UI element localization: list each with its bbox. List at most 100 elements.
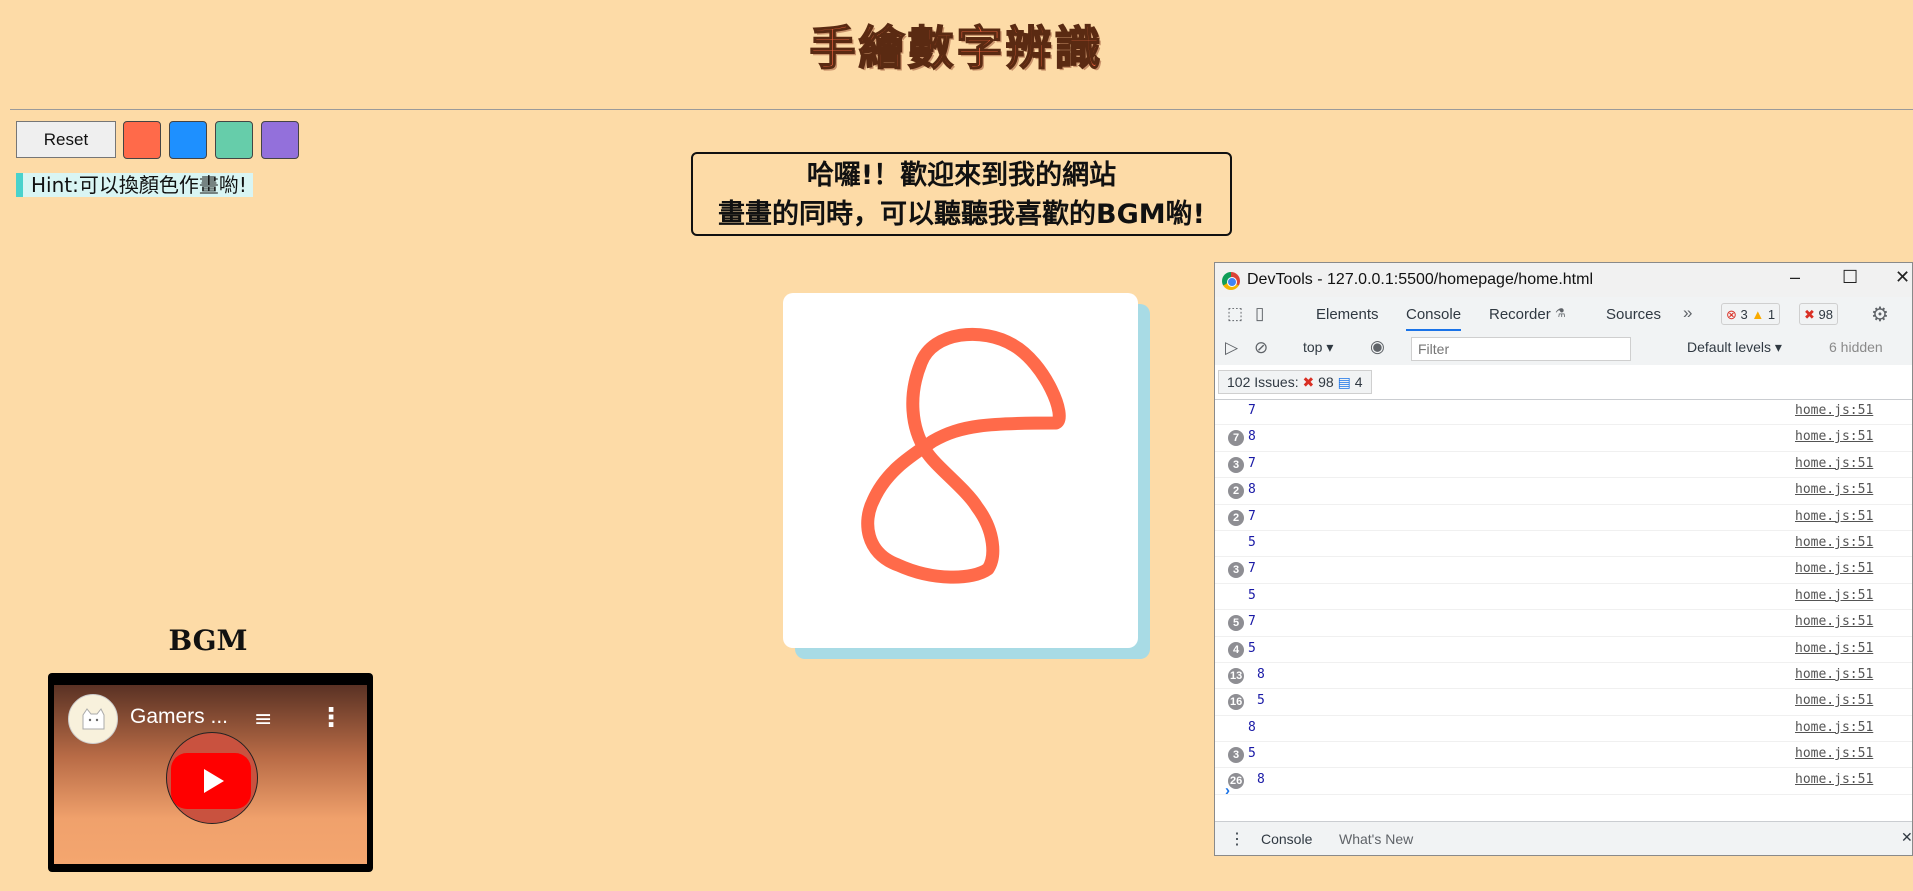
log-source-link[interactable]: home.js:51	[1795, 456, 1873, 471]
log-levels-dropdown[interactable]: Default levels ▾	[1687, 339, 1782, 356]
issues-bar: 102 Issues: ✖ 98 ▤ 4	[1215, 365, 1912, 400]
more-options-icon[interactable]: ⋮	[318, 703, 344, 733]
log-source-link[interactable]: home.js:51	[1795, 588, 1873, 603]
log-source-link[interactable]: home.js:51	[1795, 693, 1873, 708]
issues-badge[interactable]: ✖ 98	[1799, 303, 1838, 325]
device-toolbar-icon[interactable]: ▯	[1255, 304, 1264, 324]
minimize-icon[interactable]: –	[1790, 267, 1800, 288]
warning-count: 1	[1767, 307, 1776, 322]
warning-icon: ▲	[1751, 307, 1765, 322]
color-swatch-blue[interactable]	[169, 121, 207, 159]
log-source-link[interactable]: home.js:51	[1795, 614, 1873, 629]
context-selector[interactable]: top ▾	[1303, 339, 1333, 356]
live-expression-eye-icon[interactable]: ◉	[1370, 337, 1385, 357]
video-player[interactable]: Gamers ... ≡ ⋮	[48, 673, 373, 872]
welcome-box: 哈囉!！歡迎來到我的網站 畫畫的同時，可以聽聽我喜歡的BGM喲!	[691, 152, 1232, 236]
tab-sources[interactable]: Sources	[1606, 306, 1661, 323]
playlist-icon[interactable]: ≡	[254, 707, 272, 732]
color-swatch-purple[interactable]	[261, 121, 299, 159]
drawing-canvas[interactable]	[783, 293, 1138, 648]
log-source-link[interactable]: home.js:51	[1795, 535, 1873, 550]
log-value: 8	[1257, 666, 1265, 682]
drawer-menu-icon[interactable]: ⋮	[1229, 829, 1245, 849]
log-source-link[interactable]: home.js:51	[1795, 641, 1873, 656]
reset-button[interactable]: Reset	[16, 121, 116, 158]
tab-recorder[interactable]: Recorder	[1489, 306, 1551, 323]
video-title[interactable]: Gamers ...	[130, 705, 228, 729]
repeat-count-badge: 5	[1228, 615, 1244, 632]
repeat-count-badge: 3	[1228, 456, 1244, 473]
devtools-window-title: DevTools - 127.0.0.1:5500/homepage/home.…	[1247, 271, 1593, 288]
log-value: 7	[1248, 403, 1256, 418]
maximize-icon[interactable]: ☐	[1842, 267, 1858, 288]
repeat-count-badge: 26	[1228, 773, 1245, 790]
context-label: top	[1303, 339, 1323, 355]
close-icon[interactable]: ✕	[1895, 267, 1910, 288]
console-log-row: 3 5 home.js:51	[1215, 742, 1912, 769]
more-tabs-icon[interactable]: »	[1683, 303, 1692, 323]
log-value: 7	[1248, 508, 1256, 524]
repeat-count-badge: 2	[1228, 483, 1244, 500]
repeat-count-badge: 3	[1228, 747, 1244, 764]
console-prompt[interactable]: ›	[1225, 782, 1230, 799]
log-source-link[interactable]: home.js:51	[1795, 482, 1873, 497]
error-count: 3	[1740, 307, 1748, 322]
log-value: 7	[1248, 614, 1256, 630]
tab-elements[interactable]: Elements	[1316, 306, 1379, 323]
console-log-row: 2 8 home.js:51	[1215, 478, 1912, 505]
issues-badge-count: 98	[1818, 307, 1833, 322]
console-filter-input[interactable]: Filter	[1411, 337, 1631, 361]
settings-gear-icon[interactable]: ⚙	[1871, 302, 1889, 327]
log-value: 5	[1248, 587, 1256, 603]
page-title: 手繪數字辨識	[809, 20, 1104, 76]
console-log-row: 16 5 home.js:51	[1215, 689, 1912, 716]
devtools-window[interactable]: DevTools - 127.0.0.1:5500/homepage/home.…	[1214, 262, 1913, 856]
log-source-link[interactable]: home.js:51	[1795, 667, 1873, 682]
sidebar-toggle-icon[interactable]: ▷	[1225, 338, 1238, 358]
channel-avatar[interactable]	[68, 694, 118, 744]
issues-error-icon: ✖	[1302, 374, 1315, 390]
issues-info-count: 4	[1354, 374, 1363, 390]
video-thumbnail[interactable]: Gamers ... ≡ ⋮	[54, 685, 367, 864]
repeat-count-badge: 13	[1228, 667, 1245, 684]
clear-console-icon[interactable]: ⊘	[1254, 338, 1268, 358]
flask-icon: ⚗	[1555, 306, 1566, 320]
drawer-close-icon[interactable]: ✕	[1901, 829, 1912, 846]
repeat-count-badge: 16	[1228, 694, 1245, 711]
drawer-tab-whats-new[interactable]: What's New	[1339, 831, 1413, 847]
hidden-count: 6 hidden	[1829, 339, 1883, 355]
log-value: 5	[1248, 534, 1256, 550]
color-swatch-red[interactable]	[123, 121, 161, 159]
repeat-count-badge: 4	[1228, 641, 1244, 658]
issues-button[interactable]: 102 Issues: ✖ 98 ▤ 4	[1218, 370, 1372, 394]
console-log-row: 26 8 home.js:51	[1215, 768, 1912, 795]
error-icon: ⊗	[1726, 307, 1737, 322]
log-source-link[interactable]: home.js:51	[1795, 746, 1873, 761]
inspect-element-icon[interactable]: ⬚	[1227, 304, 1243, 324]
console-log-row: 8 home.js:51	[1215, 716, 1912, 743]
console-log-row: 7 8 home.js:51	[1215, 425, 1912, 452]
log-value: 5	[1248, 640, 1256, 656]
devtools-titlebar[interactable]: DevTools - 127.0.0.1:5500/homepage/home.…	[1215, 263, 1912, 297]
tab-console[interactable]: Console	[1406, 306, 1462, 332]
devtools-drawer: ⋮ Console What's New ✕	[1215, 821, 1912, 855]
log-source-link[interactable]: home.js:51	[1795, 509, 1873, 524]
console-log-row: 5 7 home.js:51	[1215, 610, 1912, 637]
log-source-link[interactable]: home.js:51	[1795, 561, 1873, 576]
drawer-tab-console[interactable]: Console	[1261, 831, 1312, 847]
console-log-row: 2 7 home.js:51	[1215, 505, 1912, 531]
error-warning-badge[interactable]: ⊗ 3 ▲ 1	[1721, 303, 1781, 325]
welcome-line-2: 畫畫的同時，可以聽聽我喜歡的BGM喲!	[718, 199, 1205, 230]
log-value: 5	[1257, 693, 1265, 709]
drawn-digit-stroke	[861, 327, 1066, 584]
bgm-title: BGM	[168, 624, 248, 657]
console-log: 7 home.js:51 7 8 home.js:51 3 7 home.js:51 2 8 hom…	[1215, 399, 1912, 795]
color-swatch-green[interactable]	[215, 121, 253, 159]
log-source-link[interactable]: home.js:51	[1795, 429, 1873, 444]
log-value: 8	[1248, 719, 1256, 735]
chrome-icon	[1222, 272, 1240, 290]
log-source-link[interactable]: home.js:51	[1795, 772, 1873, 787]
issues-label: 102 Issues:	[1227, 374, 1299, 390]
log-source-link[interactable]: home.js:51	[1795, 403, 1873, 418]
log-source-link[interactable]: home.js:51	[1795, 720, 1873, 735]
